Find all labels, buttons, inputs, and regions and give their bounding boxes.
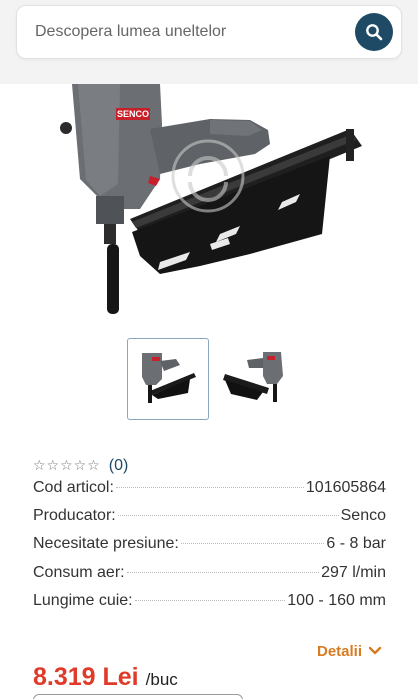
thumbnail-1[interactable] [127,338,209,420]
spec-row-lungime-cuie: Lungime cuie: 100 - 160 mm [33,592,386,614]
spec-leader [117,515,339,516]
search-box [16,5,402,59]
spec-row-presiune: Necesitate presiune: 6 - 8 bar [33,535,386,557]
price-unit: /buc [145,670,178,689]
spec-label: Producator: [33,507,116,524]
product-rating[interactable]: ☆☆☆☆☆ (0) [33,456,128,476]
search-input[interactable] [35,19,345,45]
header-bar [0,0,418,84]
rating-count[interactable]: (0) [109,457,129,475]
rating-stars: ☆☆☆☆☆ [33,458,101,474]
spec-leader [180,543,325,544]
product-main-image[interactable]: SENCO [0,84,418,324]
spec-label: Necesitate presiune: [33,535,179,552]
chevron-down-icon [368,646,382,655]
spec-label: Consum aer: [33,564,125,581]
spec-leader [115,487,304,488]
details-label: Detalii [317,642,363,660]
spec-label: Lungime cuie: [33,592,133,609]
spec-row-producator: Producator: Senco [33,507,386,529]
spec-label: Cod articol: [33,479,114,496]
spec-leader [126,572,320,573]
quantity-control[interactable] [33,694,243,699]
search-icon [366,24,383,41]
spec-value: 100 - 160 mm [287,592,386,609]
spec-value: Senco [340,507,386,524]
spec-value: 101605864 [305,479,386,496]
product-price: 8.319 Lei [33,663,139,691]
spec-leader [134,600,286,601]
price-row: 8.319 Lei /buc [33,663,178,697]
spec-value: 297 l/min [321,564,386,581]
brand-logo-text: SENCO [117,109,149,119]
details-link[interactable]: Detalii [317,640,382,662]
spec-row-cod-articol: Cod articol: 101605864 [33,479,386,501]
search-button[interactable] [355,13,393,51]
framing-nailer-image: SENCO [60,84,362,314]
nailer-thumbnail-alt-icon [223,352,283,402]
nailer-thumbnail-icon [142,353,196,403]
spec-value: 6 - 8 bar [326,535,386,552]
spec-row-consum-aer: Consum aer: 297 l/min [33,564,386,586]
thumbnail-2[interactable] [217,338,299,420]
